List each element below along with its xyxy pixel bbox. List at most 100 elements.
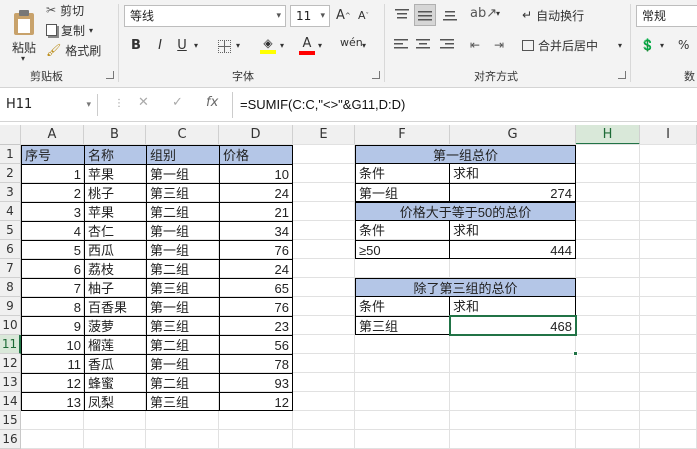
align-bottom-button[interactable] [440, 6, 460, 24]
row-header-8[interactable]: 8 [0, 278, 21, 297]
clipboard-launcher-icon[interactable] [106, 71, 114, 79]
underline-dropdown-icon[interactable]: ▾ [194, 41, 198, 50]
column-header-h[interactable]: H [576, 125, 640, 145]
column-header-c[interactable]: C [146, 125, 219, 145]
row-header-7[interactable]: 7 [0, 259, 21, 278]
table-cell[interactable]: 24 [219, 259, 293, 278]
table-cell[interactable]: 9 [21, 316, 84, 335]
table-cell[interactable]: 菠萝 [84, 316, 146, 335]
table-cell[interactable]: 3 [21, 202, 84, 221]
summary-sum[interactable]: 444 [450, 240, 576, 259]
italic-button[interactable]: I [152, 38, 168, 53]
column-header-a[interactable]: A [21, 125, 84, 145]
fill-dropdown-icon[interactable]: ▾ [280, 41, 284, 50]
table-cell[interactable]: 第一组 [146, 164, 219, 183]
table-cell[interactable]: 第一组 [146, 240, 219, 259]
grow-font-button[interactable]: A ^ [336, 8, 351, 23]
table-cell[interactable]: 苹果 [84, 164, 146, 183]
table-cell[interactable]: 香瓜 [84, 354, 146, 373]
table-cell[interactable]: 7 [21, 278, 84, 297]
row-header-13[interactable]: 13 [0, 373, 21, 392]
table-cell[interactable]: 凤梨 [84, 392, 146, 411]
table-cell[interactable]: 6 [21, 259, 84, 278]
alignment-launcher-icon[interactable] [618, 71, 626, 79]
enter-icon[interactable]: ✓ [172, 95, 183, 110]
fill-color-button[interactable]: ◈ [258, 34, 278, 56]
shrink-font-button[interactable]: Aˇ [358, 9, 369, 22]
align-left-button[interactable] [394, 38, 408, 50]
row-header-11[interactable]: 11 [0, 335, 21, 354]
summary-condition[interactable]: 第三组 [355, 316, 450, 335]
row-header-4[interactable]: 4 [0, 202, 21, 221]
align-middle-button[interactable] [414, 4, 436, 26]
orientation-button[interactable]: ab↗ [470, 6, 497, 21]
format-painter-button[interactable]: 🖌 格式刷 [46, 42, 101, 58]
summary-title[interactable]: 第一组总价 [355, 145, 576, 164]
table-cell[interactable]: 第一组 [146, 354, 219, 373]
row-header-10[interactable]: 10 [0, 316, 21, 335]
table-cell[interactable]: 第一组 [146, 221, 219, 240]
row-header-1[interactable]: 1 [0, 145, 21, 164]
summary-header-sum[interactable]: 求和 [450, 164, 576, 183]
number-format-select[interactable]: 常规 [636, 5, 697, 27]
table-cell[interactable]: 13 [21, 392, 84, 411]
cancel-icon[interactable]: ✕ [138, 95, 149, 110]
summary-header-sum[interactable]: 求和 [450, 221, 576, 240]
row-header-2[interactable]: 2 [0, 164, 21, 183]
summary-header-condition[interactable]: 条件 [355, 164, 450, 183]
table-cell[interactable]: 柚子 [84, 278, 146, 297]
table-cell[interactable]: 苹果 [84, 202, 146, 221]
increase-indent-button[interactable]: ⇥ [494, 38, 504, 52]
wrap-text-button[interactable]: ↵ 自动换行 [522, 6, 584, 24]
table-cell[interactable]: 76 [219, 240, 293, 259]
phonetic-button[interactable]: wén [340, 36, 363, 49]
bold-button[interactable]: B [128, 38, 144, 53]
copy-button[interactable]: 复制 ▾ [46, 22, 93, 38]
row-header-12[interactable]: 12 [0, 354, 21, 373]
table-cell[interactable]: 5 [21, 240, 84, 259]
table-cell[interactable]: 第二组 [146, 259, 219, 278]
table-cell[interactable]: 百香果 [84, 297, 146, 316]
table-cell[interactable]: 24 [219, 183, 293, 202]
table-cell[interactable]: 78 [219, 354, 293, 373]
table-cell[interactable]: 56 [219, 335, 293, 354]
merge-center-button[interactable]: 合并后居中 [522, 36, 598, 54]
font-size-select[interactable]: 11 ▾ [290, 5, 330, 27]
table-cell[interactable]: 第三组 [146, 278, 219, 297]
fill-handle[interactable] [573, 351, 578, 356]
table-header-cell[interactable]: 组别 [146, 145, 219, 164]
summary-condition[interactable]: 第一组 [355, 183, 450, 202]
summary-sum[interactable]: 274 [450, 183, 576, 202]
table-cell[interactable]: 1 [21, 164, 84, 183]
row-header-16[interactable]: 16 [0, 430, 21, 449]
table-header-cell[interactable]: 名称 [84, 145, 146, 164]
row-header-5[interactable]: 5 [0, 221, 21, 240]
cut-button[interactable]: ✂ 剪切 [46, 2, 84, 18]
table-header-cell[interactable]: 序号 [21, 145, 84, 164]
active-cell-h11[interactable]: 468 [449, 315, 577, 336]
table-cell[interactable]: 21 [219, 202, 293, 221]
table-cell[interactable]: 第二组 [146, 373, 219, 392]
font-color-dropdown-icon[interactable]: ▾ [318, 41, 322, 50]
table-header-cell[interactable]: 价格 [219, 145, 293, 164]
name-box[interactable]: H11 ▾ [0, 94, 98, 116]
column-header-d[interactable]: D [219, 125, 293, 145]
align-center-button[interactable] [416, 38, 430, 50]
table-cell[interactable]: 2 [21, 183, 84, 202]
border-dropdown-icon[interactable]: ▾ [236, 41, 240, 50]
row-header-15[interactable]: 15 [0, 411, 21, 430]
summary-header-condition[interactable]: 条件 [355, 297, 450, 316]
table-cell[interactable]: 10 [21, 335, 84, 354]
underline-button[interactable]: U [174, 38, 190, 53]
currency-dropdown-icon[interactable]: ▾ [660, 41, 664, 50]
table-cell[interactable]: 10 [219, 164, 293, 183]
row-header-6[interactable]: 6 [0, 240, 21, 259]
percent-button[interactable]: % [678, 38, 689, 52]
select-all-corner[interactable] [0, 125, 21, 145]
row-header-9[interactable]: 9 [0, 297, 21, 316]
summary-title[interactable]: 价格大于等于50的总价 [355, 202, 576, 221]
table-cell[interactable]: 第二组 [146, 335, 219, 354]
table-cell[interactable]: 桃子 [84, 183, 146, 202]
phonetic-dropdown-icon[interactable]: ▾ [362, 41, 366, 50]
table-cell[interactable]: 34 [219, 221, 293, 240]
